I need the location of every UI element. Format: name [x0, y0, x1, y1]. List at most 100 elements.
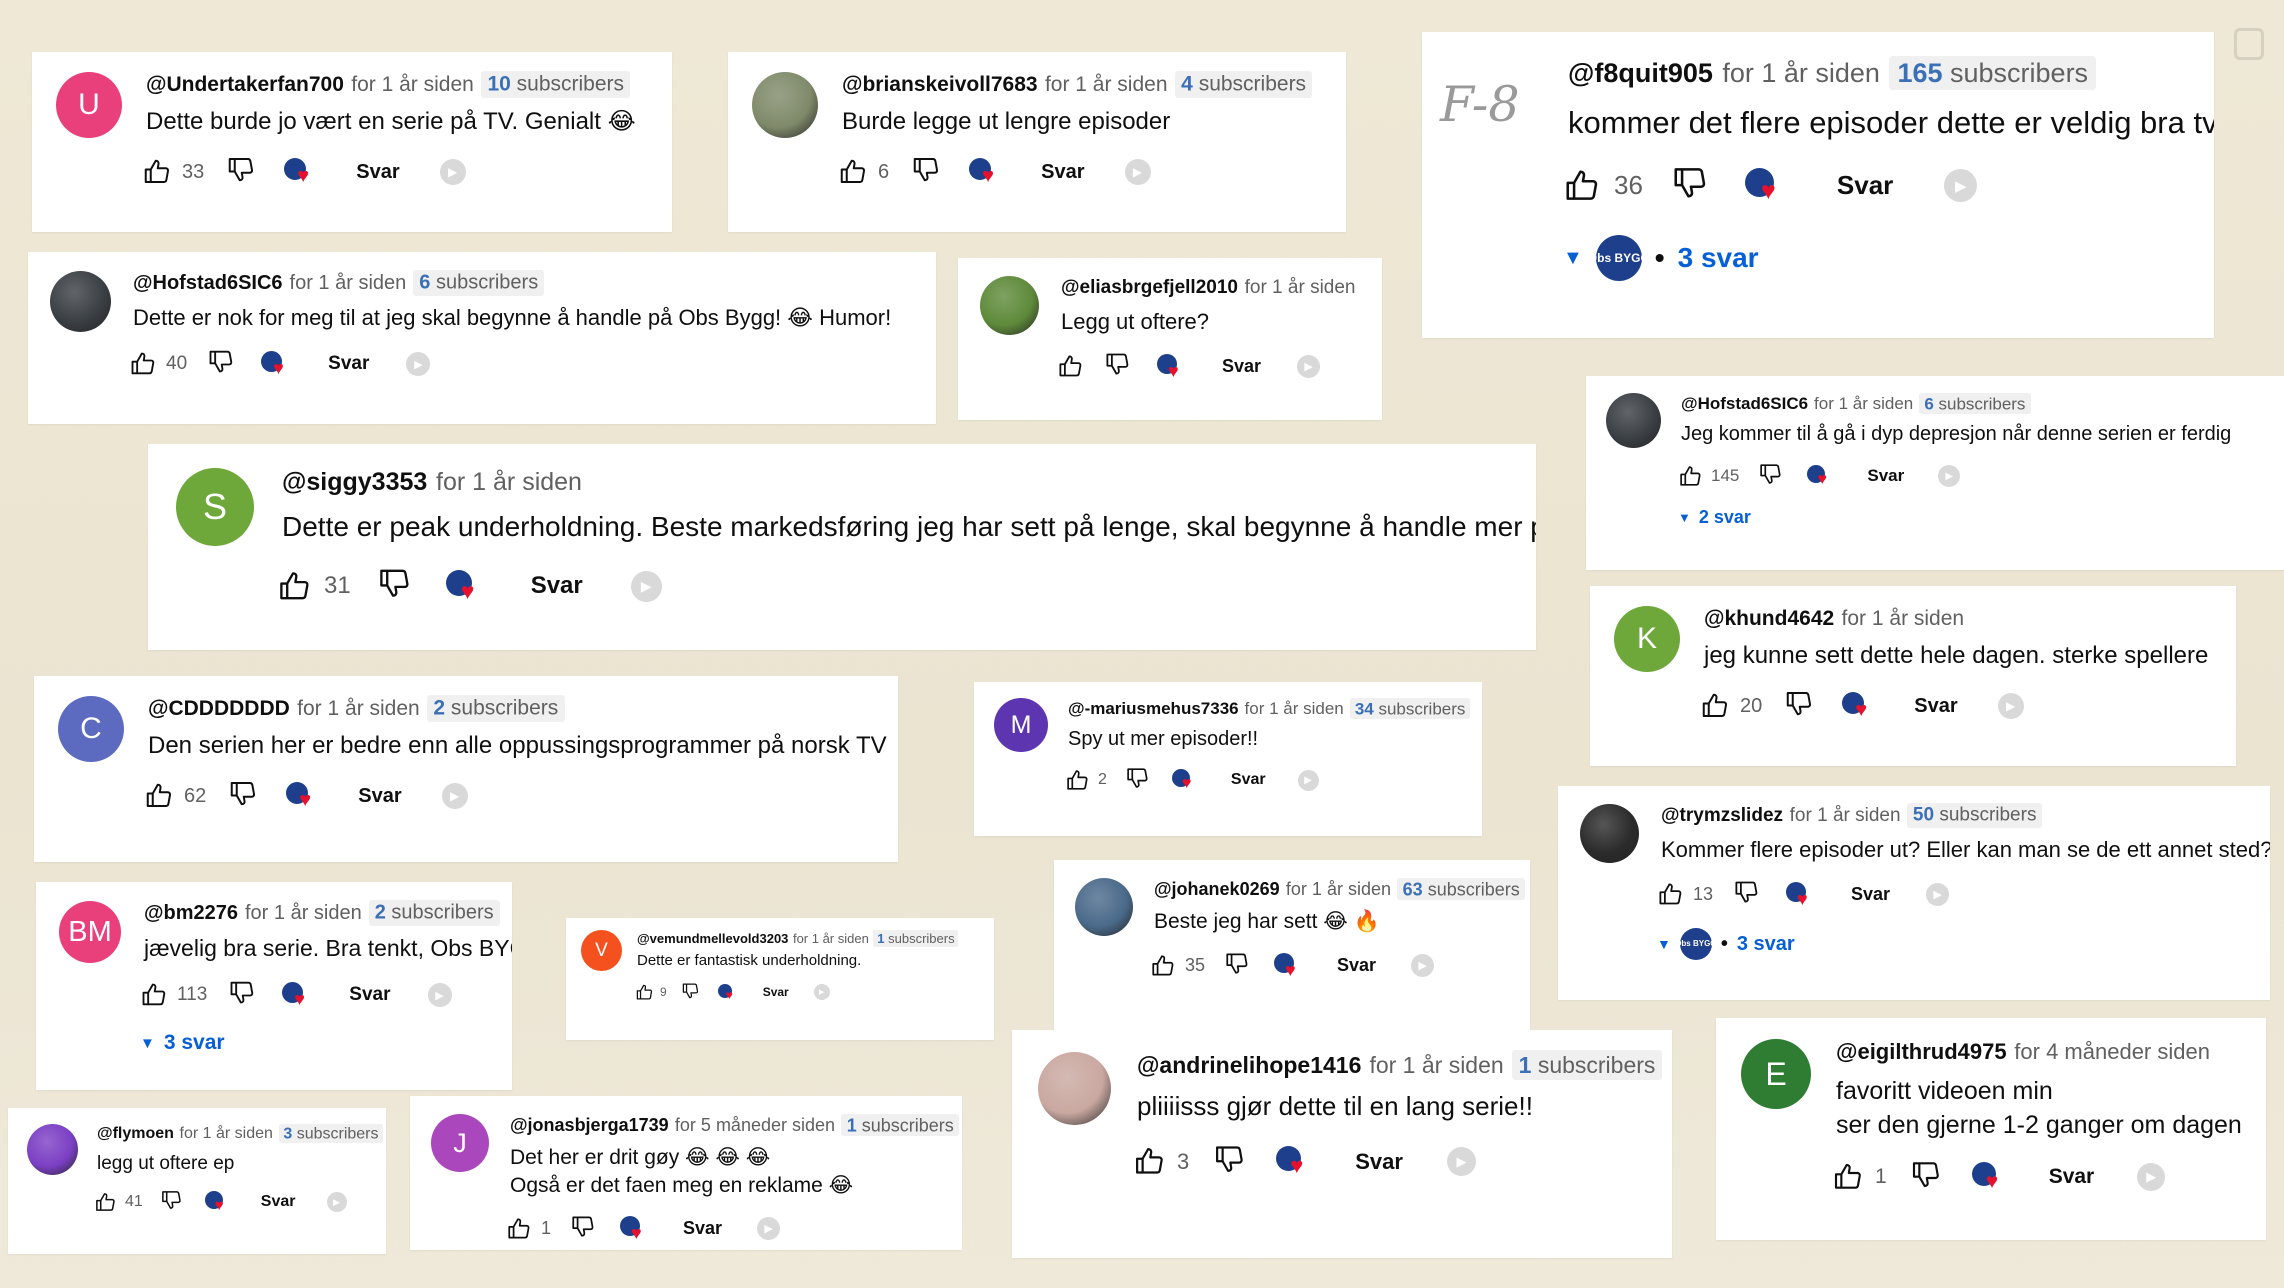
like-button[interactable]: 35 — [1150, 953, 1205, 979]
thumbs-down-icon[interactable] — [1784, 688, 1814, 718]
dislike-button[interactable] — [1671, 163, 1709, 208]
reply-button[interactable]: Svar — [1914, 695, 1957, 718]
comment-time[interactable]: for 1 år siden — [290, 272, 407, 294]
share-icon[interactable]: ▶ — [1297, 769, 1319, 791]
avatar[interactable]: J — [431, 1114, 489, 1172]
thumbs-up-icon[interactable] — [277, 569, 312, 604]
comment-author[interactable]: @CDDDDDDD — [148, 697, 290, 720]
comment-time[interactable]: for 1 år siden — [1286, 879, 1391, 899]
comment-time[interactable]: for 5 måneder siden — [675, 1115, 835, 1135]
comment-author[interactable]: @eliasbrgefjell2010 — [1061, 277, 1238, 298]
thumbs-up-icon[interactable] — [129, 350, 157, 378]
share-icon[interactable]: ▶ — [1997, 693, 2024, 719]
thumbs-up-icon[interactable] — [1700, 691, 1730, 721]
avatar[interactable] — [1606, 393, 1661, 448]
creator-heart[interactable]: ♥ — [1276, 1146, 1307, 1177]
reply-button[interactable]: Svar — [356, 161, 399, 184]
reply-button[interactable]: Svar — [261, 1193, 296, 1211]
comment-author[interactable]: @brianskeivoll7683 — [842, 73, 1038, 96]
comment-time[interactable]: for 1 år siden — [1722, 58, 1880, 88]
thumbs-down-icon[interactable] — [1733, 878, 1760, 905]
share-icon[interactable]: ▶ — [1297, 354, 1321, 378]
avatar[interactable]: M — [994, 698, 1048, 752]
thumbs-up-icon[interactable] — [1832, 1161, 1864, 1193]
avatar[interactable]: V — [581, 930, 622, 971]
share-icon[interactable]: ▶ — [2137, 1163, 2166, 1191]
creator-heart[interactable]: ♥ — [1744, 167, 1781, 204]
share-icon[interactable]: ▶ — [1944, 169, 1978, 202]
share-icon[interactable]: ▶ — [1446, 1147, 1476, 1176]
thumbs-down-icon[interactable] — [207, 347, 235, 375]
thumbs-down-icon[interactable] — [1213, 1142, 1246, 1175]
thumbs-down-icon[interactable] — [681, 981, 700, 1000]
creator-heart[interactable]: ♥ — [445, 569, 479, 603]
thumbs-up-icon[interactable] — [144, 781, 174, 811]
dislike-button[interactable] — [911, 154, 941, 190]
reply-button[interactable]: Svar — [683, 1218, 722, 1239]
comment-time[interactable]: for 1 år siden — [1842, 607, 1965, 630]
creator-heart[interactable]: ♥ — [261, 351, 287, 377]
thumbs-up-icon[interactable] — [838, 157, 868, 187]
dislike-button[interactable] — [207, 347, 235, 381]
reply-button[interactable]: Svar — [349, 984, 390, 1006]
dislike-button[interactable] — [570, 1213, 596, 1244]
like-button[interactable] — [1057, 353, 1084, 380]
like-button[interactable]: 40 — [129, 350, 187, 378]
share-icon[interactable]: ▶ — [630, 570, 662, 602]
thumbs-up-icon[interactable] — [506, 1216, 532, 1242]
like-button[interactable]: 1 — [506, 1216, 551, 1242]
creator-heart[interactable]: ♥ — [717, 983, 735, 1001]
reply-button[interactable]: Svar — [1837, 170, 1893, 201]
like-button[interactable]: 33 — [142, 157, 204, 187]
reply-button[interactable]: Svar — [2049, 1165, 2095, 1189]
thumbs-down-icon[interactable] — [1758, 461, 1783, 486]
creator-heart[interactable]: ♥ — [1171, 768, 1195, 792]
share-icon[interactable]: ▶ — [1411, 954, 1435, 977]
thumbs-down-icon[interactable] — [160, 1188, 183, 1211]
thumbs-down-icon[interactable] — [1671, 163, 1709, 201]
like-button[interactable]: 2 — [1065, 768, 1107, 793]
like-button[interactable]: 3 — [1133, 1145, 1189, 1178]
thumbs-up-icon[interactable] — [94, 1191, 117, 1214]
like-button[interactable]: 1 — [1832, 1161, 1887, 1193]
dislike-button[interactable] — [1910, 1158, 1942, 1196]
comment-time[interactable]: for 1 år siden — [351, 73, 474, 96]
thumbs-up-icon[interactable] — [1150, 953, 1176, 979]
creator-heart[interactable]: ♥ — [204, 1191, 227, 1213]
avatar[interactable]: E — [1741, 1039, 1811, 1109]
dislike-button[interactable] — [681, 981, 700, 1003]
like-button[interactable]: 62 — [144, 781, 206, 811]
thumbs-up-icon[interactable] — [1563, 167, 1601, 205]
view-replies-button[interactable]: ▼ 3 svar — [140, 1031, 225, 1055]
share-icon[interactable]: ▶ — [326, 1192, 347, 1212]
comment-time[interactable]: for 1 år siden — [297, 697, 420, 720]
like-button[interactable]: 36 — [1563, 167, 1643, 205]
thumbs-down-icon[interactable] — [911, 154, 941, 184]
thumbs-up-icon[interactable] — [1678, 464, 1703, 489]
comment-author[interactable]: @andrinelihope1416 — [1137, 1052, 1361, 1078]
comment-time[interactable]: for 1 år siden — [436, 468, 582, 496]
thumbs-down-icon[interactable] — [1910, 1158, 1942, 1190]
avatar[interactable]: BM — [59, 901, 121, 963]
thumbs-up-icon[interactable] — [1057, 353, 1084, 380]
thumbs-down-icon[interactable] — [228, 778, 258, 808]
comment-author[interactable]: @-mariusmehus7336 — [1068, 699, 1239, 718]
comment-time[interactable]: for 1 år siden — [1045, 73, 1168, 96]
creator-heart[interactable]: ♥ — [286, 782, 314, 810]
comment-author[interactable]: @Undertakerfan700 — [146, 73, 344, 96]
avatar[interactable]: C — [58, 696, 124, 762]
dislike-button[interactable] — [228, 978, 256, 1012]
thumbs-down-icon[interactable] — [1125, 765, 1150, 790]
creator-heart[interactable]: ♥ — [282, 982, 308, 1008]
creator-heart[interactable]: ♥ — [284, 158, 312, 186]
thumbs-up-icon[interactable] — [1657, 881, 1684, 908]
reply-button[interactable]: Svar — [1041, 161, 1084, 184]
avatar[interactable] — [752, 72, 818, 138]
comment-author[interactable]: @vemundmellevold3203 — [637, 931, 788, 946]
thumbs-up-icon[interactable] — [140, 981, 168, 1009]
thumbs-down-icon[interactable] — [226, 154, 256, 184]
dislike-button[interactable] — [1224, 950, 1250, 981]
comment-time[interactable]: for 1 år siden — [1369, 1052, 1503, 1078]
dislike-button[interactable] — [228, 778, 258, 814]
dislike-button[interactable] — [1213, 1142, 1246, 1181]
